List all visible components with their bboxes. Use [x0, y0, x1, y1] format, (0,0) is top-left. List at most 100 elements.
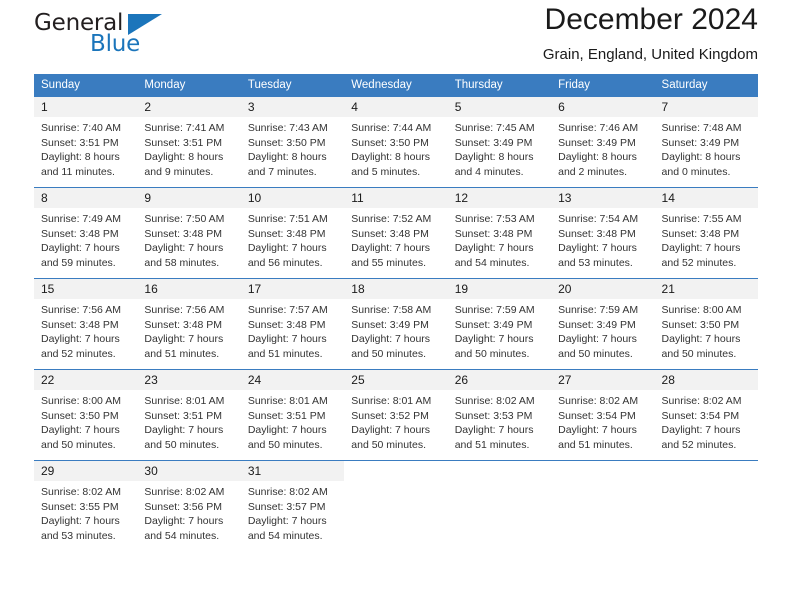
sunrise-time: Sunrise: 8:02 AM	[144, 486, 225, 498]
day-number: 12	[447, 188, 552, 208]
day-number: 16	[137, 279, 241, 299]
weekday-header-tuesday: Tuesday	[240, 74, 345, 97]
day-cell[interactable]: 25 Sunrise: 8:01 AM Sunset: 3:52 PM Dayligh…	[344, 369, 448, 461]
day-details: Sunrise: 8:01 AM Sunset: 3:51 PM Daylight:…	[137, 390, 240, 452]
sunset-time: Sunset: 3:48 PM	[558, 227, 636, 240]
sunset-time: Sunset: 3:51 PM	[144, 409, 223, 422]
daylight-duration-line2: and 50 minutes.	[454, 347, 530, 360]
weekday-header-wednesday: Wednesday	[344, 74, 448, 97]
day-cell[interactable]: 11 Sunrise: 7:52 AM Sunset: 3:48 PM Dayligh…	[344, 187, 448, 279]
daylight-duration-line2: and 50 minutes.	[558, 347, 633, 360]
sunrise-time: Sunrise: 7:50 AM	[144, 213, 225, 225]
day-cell[interactable]: 1 Sunrise: 7:40 AM Sunset: 3:51 PM Daylight…	[34, 96, 138, 188]
day-details: Sunrise: 7:53 AM Sunset: 3:48 PM Daylight:…	[448, 208, 551, 270]
daylight-duration-line1: Daylight: 7 hours	[41, 242, 120, 255]
day-details: Sunrise: 7:50 AM Sunset: 3:48 PM Daylight:…	[137, 208, 240, 270]
day-cell[interactable]: 19 Sunrise: 7:59 AM Sunset: 3:49 PM Dayligh…	[447, 278, 552, 370]
day-number: 5	[447, 97, 552, 117]
daylight-duration-line2: and 52 minutes.	[41, 347, 116, 360]
day-cell[interactable]: 8 Sunrise: 7:49 AM Sunset: 3:48 PM Daylight…	[34, 187, 138, 279]
sunrise-time: Sunrise: 7:48 AM	[661, 122, 742, 134]
sunset-time: Sunset: 3:49 PM	[454, 318, 533, 331]
sunset-time: Sunset: 3:51 PM	[144, 136, 223, 149]
day-cell[interactable]: 12 Sunrise: 7:53 AM Sunset: 3:48 PM Dayligh…	[447, 187, 552, 279]
day-cell[interactable]: 5 Sunrise: 7:45 AM Sunset: 3:49 PM Daylight…	[447, 96, 552, 188]
sunrise-time: Sunrise: 7:51 AM	[247, 213, 328, 225]
day-cell[interactable]: 22 Sunrise: 8:00 AM Sunset: 3:50 PM Dayligh…	[34, 369, 138, 461]
calendar-week-row: 15 Sunrise: 7:56 AM Sunset: 3:48 PM Dayligh…	[34, 278, 758, 370]
daylight-duration-line2: and 51 minutes.	[454, 438, 530, 451]
day-details: Sunrise: 7:41 AM Sunset: 3:51 PM Daylight:…	[137, 117, 240, 179]
day-cell[interactable]: 13 Sunrise: 7:54 AM Sunset: 3:48 PM Dayligh…	[551, 187, 655, 279]
day-cell[interactable]: 27 Sunrise: 8:02 AM Sunset: 3:54 PM Dayligh…	[551, 369, 655, 461]
sunrise-time: Sunrise: 7:55 AM	[661, 213, 742, 225]
day-number: 13	[551, 188, 655, 208]
day-cell-empty	[447, 460, 552, 551]
day-cell[interactable]: 7 Sunrise: 7:48 AM Sunset: 3:49 PM Daylight…	[654, 96, 758, 188]
day-cell[interactable]: 9 Sunrise: 7:50 AM Sunset: 3:48 PM Daylight…	[137, 187, 241, 279]
daylight-duration-line2: and 58 minutes.	[144, 256, 220, 269]
day-cell[interactable]: 28 Sunrise: 8:02 AM Sunset: 3:54 PM Dayligh…	[654, 369, 758, 461]
day-details: Sunrise: 8:02 AM Sunset: 3:54 PM Daylight:…	[551, 390, 654, 452]
daylight-duration-line1: Daylight: 7 hours	[247, 424, 327, 437]
daylight-duration-line2: and 50 minutes.	[661, 347, 737, 360]
day-number: 10	[240, 188, 345, 208]
daylight-duration-line2: and 54 minutes.	[144, 529, 220, 542]
daylight-duration-line1: Daylight: 7 hours	[144, 333, 224, 346]
day-cell[interactable]: 6 Sunrise: 7:46 AM Sunset: 3:49 PM Daylight…	[551, 96, 655, 188]
sunset-time: Sunset: 3:50 PM	[247, 136, 326, 149]
day-cell[interactable]: 10 Sunrise: 7:51 AM Sunset: 3:48 PM Dayligh…	[240, 187, 345, 279]
day-number: 6	[551, 97, 655, 117]
sunrise-time: Sunrise: 7:46 AM	[558, 122, 639, 134]
daylight-duration-line2: and 59 minutes.	[41, 256, 116, 269]
day-cell[interactable]: 31 Sunrise: 8:02 AM Sunset: 3:57 PM Dayligh…	[240, 460, 345, 551]
day-cell[interactable]: 26 Sunrise: 8:02 AM Sunset: 3:53 PM Dayligh…	[447, 369, 552, 461]
day-details: Sunrise: 8:02 AM Sunset: 3:54 PM Daylight:…	[655, 390, 758, 452]
sunset-time: Sunset: 3:49 PM	[558, 136, 636, 149]
day-cell[interactable]: 17 Sunrise: 7:57 AM Sunset: 3:48 PM Dayligh…	[240, 278, 345, 370]
day-details: Sunrise: 7:56 AM Sunset: 3:48 PM Daylight:…	[34, 299, 137, 361]
day-cell[interactable]: 16 Sunrise: 7:56 AM Sunset: 3:48 PM Dayligh…	[137, 278, 241, 370]
day-cell[interactable]: 3 Sunrise: 7:43 AM Sunset: 3:50 PM Daylight…	[240, 96, 345, 188]
sunset-time: Sunset: 3:48 PM	[144, 227, 223, 240]
day-cell[interactable]: 15 Sunrise: 7:56 AM Sunset: 3:48 PM Dayligh…	[34, 278, 138, 370]
day-number: 18	[344, 279, 448, 299]
day-number: 9	[137, 188, 241, 208]
day-cell[interactable]: 30 Sunrise: 8:02 AM Sunset: 3:56 PM Dayligh…	[137, 460, 241, 551]
sunset-time: Sunset: 3:54 PM	[661, 409, 740, 422]
sunset-time: Sunset: 3:49 PM	[558, 318, 636, 331]
weekday-header-thursday: Thursday	[447, 74, 552, 97]
daylight-duration-line2: and 51 minutes.	[247, 347, 323, 360]
daylight-duration-line1: Daylight: 7 hours	[247, 515, 327, 528]
sunset-time: Sunset: 3:49 PM	[661, 136, 740, 149]
day-cell[interactable]: 21 Sunrise: 8:00 AM Sunset: 3:50 PM Dayligh…	[654, 278, 758, 370]
calendar-header-row: Sunday Monday Tuesday Wednesday Thursday…	[34, 74, 758, 97]
day-cell[interactable]: 23 Sunrise: 8:01 AM Sunset: 3:51 PM Dayligh…	[137, 369, 241, 461]
daylight-duration-line2: and 52 minutes.	[661, 438, 737, 451]
sunset-time: Sunset: 3:56 PM	[144, 500, 223, 513]
daylight-duration-line1: Daylight: 7 hours	[661, 242, 741, 255]
general-blue-logo[interactable]: General Blue	[34, 6, 234, 62]
calendar-body: 1 Sunrise: 7:40 AM Sunset: 3:51 PM Daylight…	[34, 96, 758, 551]
day-cell[interactable]: 24 Sunrise: 8:01 AM Sunset: 3:51 PM Dayligh…	[240, 369, 345, 461]
day-number: 28	[654, 370, 758, 390]
title-block: December 2024 Grain, England, United Kin…	[543, 0, 758, 65]
daylight-duration-line2: and 2 minutes.	[558, 165, 627, 178]
day-details: Sunrise: 8:01 AM Sunset: 3:52 PM Daylight:…	[344, 390, 447, 452]
sunrise-time: Sunrise: 7:59 AM	[454, 304, 535, 316]
daylight-duration-line1: Daylight: 7 hours	[41, 424, 120, 437]
daylight-duration-line1: Daylight: 7 hours	[558, 242, 637, 255]
day-cell[interactable]: 18 Sunrise: 7:58 AM Sunset: 3:49 PM Dayligh…	[344, 278, 448, 370]
day-cell[interactable]: 14 Sunrise: 7:55 AM Sunset: 3:48 PM Dayligh…	[654, 187, 758, 279]
day-cell[interactable]: 29 Sunrise: 8:02 AM Sunset: 3:55 PM Dayligh…	[34, 460, 138, 551]
sunrise-time: Sunrise: 7:44 AM	[351, 122, 432, 134]
sunrise-time: Sunrise: 7:57 AM	[247, 304, 328, 316]
daylight-duration-line1: Daylight: 7 hours	[41, 333, 120, 346]
daylight-duration-line1: Daylight: 7 hours	[661, 424, 741, 437]
day-cell[interactable]: 2 Sunrise: 7:41 AM Sunset: 3:51 PM Daylight…	[137, 96, 241, 188]
sunset-time: Sunset: 3:48 PM	[144, 318, 223, 331]
day-cell[interactable]: 4 Sunrise: 7:44 AM Sunset: 3:50 PM Daylight…	[344, 96, 448, 188]
sunrise-time: Sunrise: 8:01 AM	[351, 395, 432, 407]
day-number: 20	[551, 279, 655, 299]
day-cell[interactable]: 20 Sunrise: 7:59 AM Sunset: 3:49 PM Dayligh…	[551, 278, 655, 370]
